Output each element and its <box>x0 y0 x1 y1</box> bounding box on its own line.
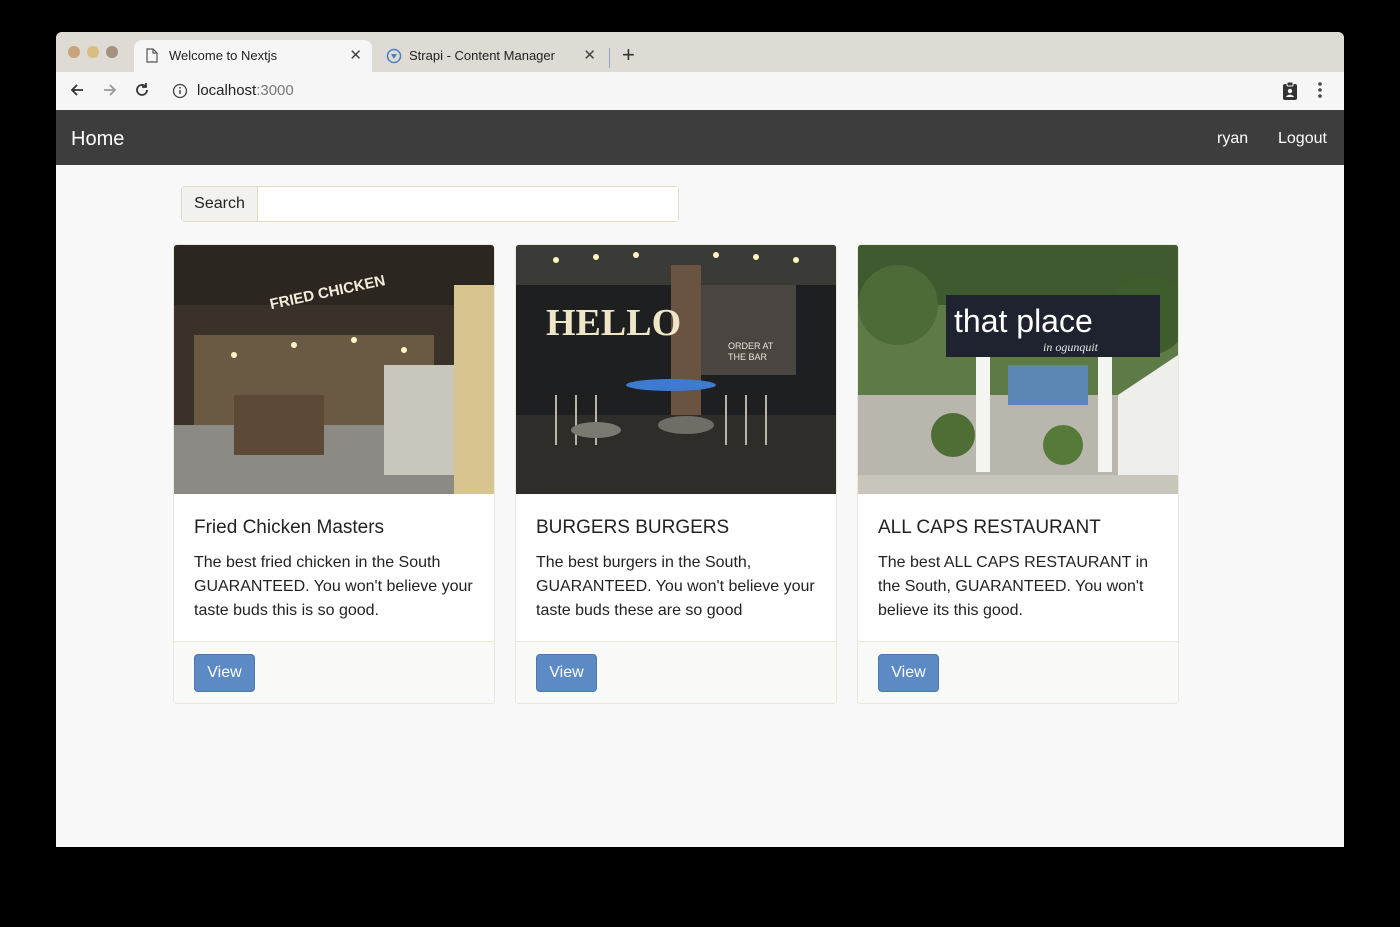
view-button[interactable]: View <box>878 654 939 692</box>
search-group: Search <box>181 186 679 222</box>
tab-strapi[interactable]: Strapi - Content Manager ✕ <box>374 40 606 72</box>
window-close-button[interactable] <box>68 46 80 58</box>
close-icon[interactable]: ✕ <box>349 46 362 64</box>
restaurant-card: that place in ogunquit ALL CAPS RESTAURA… <box>857 244 1179 704</box>
window-maximize-button[interactable] <box>106 46 118 58</box>
card-footer: View <box>174 641 494 703</box>
board-text-line1: ORDER AT <box>728 341 774 351</box>
document-icon <box>146 48 158 66</box>
forward-arrow-icon[interactable] <box>101 81 119 104</box>
reload-icon[interactable] <box>133 81 151 104</box>
tab-title: Welcome to Nextjs <box>169 48 278 63</box>
tab-title: Strapi - Content Manager <box>409 48 555 63</box>
clipboard-extension-icon[interactable] <box>1281 81 1299 106</box>
app-navbar: Home ryan Logout <box>56 110 1344 165</box>
restaurant-image-fried-chicken: FRIED CHICKEN <box>174 245 494 494</box>
card-footer: View <box>516 641 836 703</box>
hello-sign-text: HELLO <box>546 302 681 344</box>
restaurant-image-burgers: HELLO ORDER AT THE BAR <box>516 245 836 494</box>
card-title: Fried Chicken Masters <box>194 517 385 538</box>
url-port: :3000 <box>256 82 294 99</box>
nav-home-link[interactable]: Home <box>71 128 124 151</box>
card-description: The best burgers in the South, GUARANTEE… <box>536 554 815 619</box>
more-vert-icon[interactable] <box>1316 80 1324 105</box>
back-arrow-icon[interactable] <box>68 81 86 104</box>
that-place-sign-subtext: in ogunquit <box>1043 340 1099 354</box>
card-footer: View <box>858 641 1178 703</box>
info-icon[interactable] <box>172 83 188 104</box>
card-title: BURGERS BURGERS <box>536 517 730 538</box>
search-input[interactable] <box>258 187 678 221</box>
tab-nextjs[interactable]: Welcome to Nextjs ✕ <box>134 40 372 72</box>
nav-logout-link[interactable]: Logout <box>1278 130 1327 148</box>
browser-window: Welcome to Nextjs ✕ Strapi - Content Man… <box>56 32 1344 847</box>
search-label: Search <box>182 187 258 221</box>
plus-icon[interactable]: + <box>622 43 635 67</box>
restaurant-card: FRIED CHICKEN Fried Chicken Masters The … <box>173 244 495 704</box>
tab-divider <box>609 48 610 68</box>
restaurant-card: HELLO ORDER AT THE BAR BURGERS BURGERS T… <box>515 244 837 704</box>
strapi-icon <box>386 48 402 67</box>
restaurant-image-that-place: that place in ogunquit <box>858 245 1178 494</box>
window-minimize-button[interactable] <box>87 46 99 58</box>
tab-strip: Welcome to Nextjs ✕ Strapi - Content Man… <box>56 32 1344 72</box>
close-icon[interactable]: ✕ <box>583 46 596 64</box>
that-place-sign-text: that place <box>954 303 1093 339</box>
browser-toolbar: localhost:3000 <box>56 72 1344 111</box>
card-description: The best ALL CAPS RESTAURANT in the Sout… <box>878 554 1149 619</box>
view-button[interactable]: View <box>536 654 597 692</box>
address-bar[interactable]: localhost:3000 <box>197 82 294 99</box>
url-host: localhost <box>197 82 257 99</box>
card-title: ALL CAPS RESTAURANT <box>878 517 1101 538</box>
card-description: The best fried chicken in the South GUAR… <box>194 554 473 619</box>
view-button[interactable]: View <box>194 654 255 692</box>
board-text-line2: THE BAR <box>728 352 768 362</box>
nav-user-link[interactable]: ryan <box>1217 130 1248 148</box>
